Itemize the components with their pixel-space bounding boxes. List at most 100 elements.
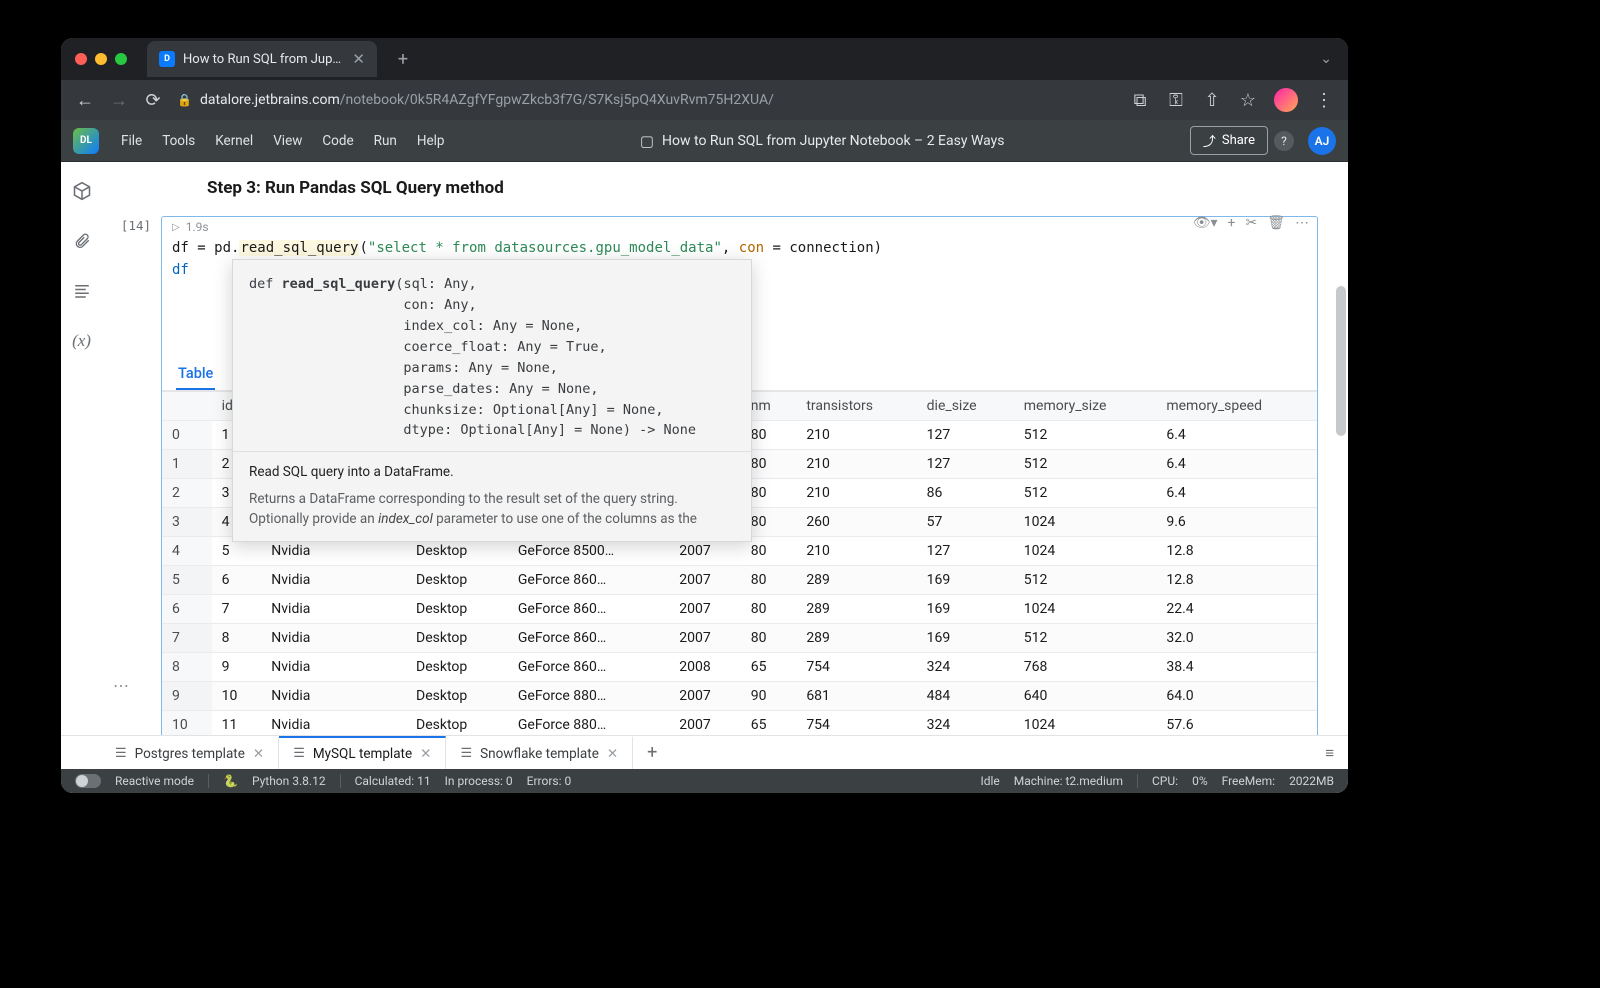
bookmark-icon[interactable]: ▢ bbox=[640, 132, 654, 150]
close-icon[interactable]: ✕ bbox=[420, 746, 431, 762]
cell: Nvidia bbox=[261, 682, 406, 711]
bookmark-star-icon[interactable]: ☆ bbox=[1238, 90, 1258, 110]
code-cell: [14] 👁▾ + ✂ 🗑 ⋯ ▷ 1.9s df bbox=[113, 216, 1342, 735]
share-label: Share bbox=[1222, 133, 1255, 148]
file-tab[interactable]: ☰MySQL template✕ bbox=[279, 736, 446, 769]
cell: 11 bbox=[212, 711, 262, 735]
table-row[interactable]: 67NvidiaDesktopGeForce 860…2007802891691… bbox=[162, 595, 1317, 624]
table-row[interactable]: 56NvidiaDesktopGeForce 860…2007802891695… bbox=[162, 566, 1317, 595]
step-heading: Step 3: Run Pandas SQL Query method bbox=[207, 178, 1342, 198]
cell: 324 bbox=[917, 711, 1014, 735]
file-tab[interactable]: ☰Postgres template✕ bbox=[101, 736, 279, 769]
table-row[interactable]: 910NvidiaDesktopGeForce 880…200790681484… bbox=[162, 682, 1317, 711]
status-calculated: Calculated: 11 bbox=[355, 774, 431, 788]
col-header[interactable]: memory_speed bbox=[1156, 392, 1317, 421]
cell: Desktop bbox=[406, 624, 508, 653]
close-icon[interactable]: ✕ bbox=[607, 746, 618, 762]
share-page-icon[interactable]: ⇧ bbox=[1202, 90, 1222, 110]
tab-favicon-icon: D bbox=[159, 51, 175, 67]
cell-delete-icon[interactable]: 🗑 bbox=[1267, 215, 1285, 231]
python-version[interactable]: Python 3.8.12 bbox=[252, 774, 326, 788]
cell: 57.6 bbox=[1156, 711, 1317, 735]
col-header[interactable]: memory_size bbox=[1014, 392, 1157, 421]
maximize-window-icon[interactable] bbox=[115, 53, 127, 65]
menu-run[interactable]: Run bbox=[364, 129, 407, 153]
user-avatar[interactable]: AJ bbox=[1308, 127, 1336, 155]
browser-menu-icon[interactable]: ⋮ bbox=[1314, 90, 1334, 110]
menu-code[interactable]: Code bbox=[312, 129, 363, 153]
cell: Nvidia bbox=[261, 595, 406, 624]
address-bar: ← → ⟳ 🔒 datalore.jetbrains.com/notebook/… bbox=[61, 80, 1348, 120]
cell: GeForce 860… bbox=[508, 624, 669, 653]
menu-kernel[interactable]: Kernel bbox=[205, 129, 263, 153]
package-icon[interactable] bbox=[71, 180, 93, 202]
nav-forward-icon[interactable]: → bbox=[109, 90, 129, 110]
tab-strip: D How to Run SQL from Jupyter ✕ + ⌄ bbox=[61, 38, 1348, 80]
status-machine[interactable]: Machine: t2.medium bbox=[1014, 774, 1123, 788]
tab-close-icon[interactable]: ✕ bbox=[352, 50, 365, 68]
help-button[interactable]: ? bbox=[1274, 131, 1294, 151]
cell-box[interactable]: 👁▾ + ✂ 🗑 ⋯ ▷ 1.9s df = pd.read_sql_query… bbox=[161, 216, 1318, 735]
cell: 512 bbox=[1014, 624, 1157, 653]
cell-visibility-icon[interactable]: 👁▾ bbox=[1193, 215, 1218, 231]
lock-icon: 🔒 bbox=[177, 93, 192, 107]
reactive-toggle[interactable] bbox=[75, 774, 101, 788]
run-cell-icon[interactable]: ▷ bbox=[172, 222, 180, 233]
cell: Nvidia bbox=[261, 624, 406, 653]
cell: 32.0 bbox=[1156, 624, 1317, 653]
cell: 768 bbox=[1014, 653, 1157, 682]
profile-avatar[interactable] bbox=[1274, 88, 1298, 112]
menu-view[interactable]: View bbox=[263, 129, 312, 153]
install-app-icon[interactable]: ⧉ bbox=[1130, 90, 1150, 110]
cell: 2 bbox=[162, 479, 212, 508]
passkey-icon[interactable]: ⚿ bbox=[1166, 90, 1186, 110]
new-tab-button[interactable]: + bbox=[389, 45, 417, 73]
output-tab-table[interactable]: Table bbox=[176, 359, 215, 390]
browser-chrome: D How to Run SQL from Jupyter ✕ + ⌄ ← → … bbox=[61, 38, 1348, 120]
cell: 10 bbox=[212, 682, 262, 711]
cell-split-icon[interactable]: ✂ bbox=[1245, 215, 1257, 231]
nav-reload-icon[interactable]: ⟳ bbox=[143, 90, 163, 110]
cell: 80 bbox=[741, 566, 797, 595]
col-header[interactable]: die_size bbox=[917, 392, 1014, 421]
cell: Nvidia bbox=[261, 653, 406, 682]
close-window-icon[interactable] bbox=[75, 53, 87, 65]
cell: 169 bbox=[917, 624, 1014, 653]
vertical-scrollbar[interactable] bbox=[1336, 286, 1348, 706]
cell: 512 bbox=[1014, 479, 1157, 508]
minimize-window-icon[interactable] bbox=[95, 53, 107, 65]
url-field[interactable]: 🔒 datalore.jetbrains.com/notebook/0k5R4A… bbox=[177, 85, 1116, 115]
table-row[interactable]: 1011NvidiaDesktopGeForce 880…20076575432… bbox=[162, 711, 1317, 735]
content-scroll[interactable]: Step 3: Run Pandas SQL Query method [14]… bbox=[103, 162, 1348, 735]
menu-help[interactable]: Help bbox=[407, 129, 455, 153]
more-rail-icon[interactable]: ⋯ bbox=[113, 676, 129, 695]
menu-tools[interactable]: Tools bbox=[152, 129, 205, 153]
col-header[interactable]: transistors bbox=[796, 392, 916, 421]
menu-file[interactable]: File bbox=[111, 129, 152, 153]
close-icon[interactable]: ✕ bbox=[253, 746, 264, 762]
nav-back-icon[interactable]: ← bbox=[75, 90, 95, 110]
cell-add-icon[interactable]: + bbox=[1228, 215, 1236, 231]
cell: 57 bbox=[917, 508, 1014, 537]
status-bar: Reactive mode 🐍 Python 3.8.12 Calculated… bbox=[61, 769, 1348, 793]
cell: 12.8 bbox=[1156, 566, 1317, 595]
file-tabs-menu-icon[interactable]: ≡ bbox=[1311, 736, 1348, 769]
browser-tab[interactable]: D How to Run SQL from Jupyter ✕ bbox=[147, 41, 377, 77]
cell-more-icon[interactable]: ⋯ bbox=[1295, 215, 1309, 231]
table-row[interactable]: 89NvidiaDesktopGeForce 860…2008657543247… bbox=[162, 653, 1317, 682]
add-file-tab[interactable]: + bbox=[633, 736, 671, 769]
table-row[interactable]: 78NvidiaDesktopGeForce 860…2007802891695… bbox=[162, 624, 1317, 653]
variables-icon[interactable]: (x) bbox=[71, 330, 93, 352]
file-tab[interactable]: ☰Snowflake template✕ bbox=[446, 736, 633, 769]
cell: 8 bbox=[212, 624, 262, 653]
attachment-icon[interactable] bbox=[71, 230, 93, 252]
col-header[interactable] bbox=[162, 392, 212, 421]
tabs-overflow-icon[interactable]: ⌄ bbox=[1320, 51, 1332, 67]
datalore-logo-icon[interactable]: DL bbox=[73, 128, 99, 154]
cell: 38.4 bbox=[1156, 653, 1317, 682]
url-path: /notebook/0k5R4AZgfYFgpwZkcb3f7G/S7Ksj5p… bbox=[340, 92, 774, 108]
share-button[interactable]: ⤴ Share bbox=[1190, 126, 1268, 155]
cell: 10 bbox=[162, 711, 212, 735]
exec-time: 1.9s bbox=[186, 220, 209, 234]
toc-icon[interactable] bbox=[71, 280, 93, 302]
